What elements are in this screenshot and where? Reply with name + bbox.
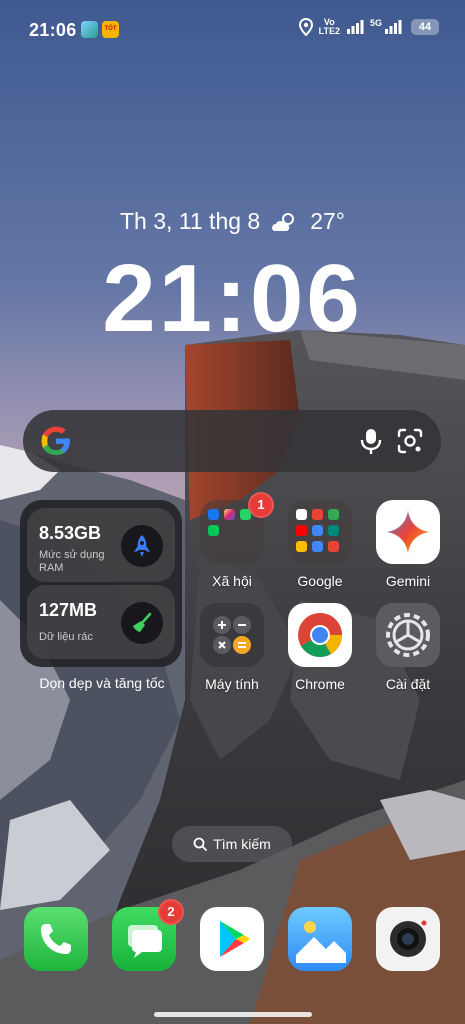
junk-card[interactable]: 127MB Dữ liệu rác bbox=[27, 585, 175, 659]
net-type: 5G bbox=[369, 18, 382, 28]
chrome-label: Chrome bbox=[295, 676, 345, 692]
dock-messages[interactable]: 2 bbox=[112, 899, 184, 971]
ram-value: 8.53GB bbox=[39, 523, 102, 543]
widget-caption: Dọn dẹp và tăng tốc bbox=[39, 675, 165, 691]
messages-badge: 2 bbox=[158, 899, 184, 925]
youtube-mini-icon bbox=[296, 525, 307, 536]
signal-2-icon bbox=[385, 20, 402, 34]
navigation-handle[interactable] bbox=[154, 1012, 312, 1017]
instagram-mini-icon bbox=[224, 509, 235, 520]
dock-camera[interactable] bbox=[376, 907, 440, 971]
battery-level: 44 bbox=[418, 21, 432, 33]
volte-bottom: LTE2 bbox=[318, 26, 340, 36]
phone-icon bbox=[41, 924, 71, 954]
dock-phone[interactable] bbox=[24, 907, 88, 971]
app-folder-google[interactable]: Google bbox=[275, 500, 365, 589]
location-icon bbox=[298, 18, 313, 36]
status-time: 21:06 bbox=[29, 20, 77, 40]
meet-mini-icon bbox=[328, 525, 339, 536]
rocket-icon bbox=[134, 535, 150, 557]
gear-icon bbox=[386, 613, 430, 657]
xa-hoi-badge: 1 bbox=[248, 492, 274, 518]
volte-indicator: Vo LTE2 bbox=[319, 18, 340, 36]
calculator-icon bbox=[200, 603, 264, 667]
date-text: Th 3, 11 thg 8 bbox=[119, 208, 261, 234]
date-weather[interactable]: Th 3, 11 thg 8 27° bbox=[0, 208, 465, 235]
junk-label: Dữ liệu rác bbox=[39, 631, 93, 643]
notification-app-icon bbox=[81, 21, 98, 38]
calculator-label: Máy tính bbox=[205, 676, 259, 692]
clean-button[interactable] bbox=[121, 602, 163, 644]
settings-icon bbox=[376, 603, 440, 667]
google-lens-icon[interactable] bbox=[395, 426, 425, 456]
play-movies-mini-icon bbox=[328, 541, 339, 552]
notification-tot-icon: TỐT bbox=[102, 21, 119, 38]
ram-label: Mức sử dụng RAM bbox=[39, 549, 105, 574]
clock-widget[interactable]: 21:06 bbox=[0, 246, 465, 352]
status-icons: Vo LTE2 5G 44 bbox=[298, 18, 439, 36]
play-store-icon bbox=[220, 921, 250, 957]
dock-gallery[interactable] bbox=[288, 907, 352, 971]
google-mini-icon bbox=[296, 509, 307, 520]
search-icon bbox=[193, 837, 208, 851]
settings-label: Cài đặt bbox=[385, 676, 431, 692]
signal-1-icon bbox=[346, 20, 364, 34]
gallery-icon bbox=[296, 921, 346, 963]
gemini-label: Gemini bbox=[385, 573, 431, 589]
app-gemini[interactable]: Gemini bbox=[363, 500, 453, 589]
google-g-icon bbox=[41, 426, 70, 455]
gmail-mini-icon bbox=[312, 509, 323, 520]
camera-icon bbox=[390, 920, 427, 957]
facebook-mini-icon bbox=[208, 509, 219, 520]
xa-hoi-label: Xã hội bbox=[212, 573, 252, 589]
ram-card[interactable]: 8.53GB Mức sử dụng RAM bbox=[27, 508, 175, 582]
google-search-bar[interactable] bbox=[23, 410, 441, 472]
boost-button[interactable] bbox=[121, 525, 163, 567]
gemini-star-icon bbox=[386, 510, 430, 554]
photos-mini-icon bbox=[296, 541, 307, 552]
line-mini-icon bbox=[208, 525, 219, 536]
app-calculator[interactable]: Máy tính bbox=[187, 603, 277, 692]
junk-value: 127MB bbox=[39, 600, 98, 620]
status-bar: 21:06 TỐT Vo LTE2 5G 44 bbox=[0, 0, 465, 62]
calculator-glyph-icon bbox=[213, 616, 251, 654]
app-folder-xa-hoi[interactable]: 1 Xã hội bbox=[187, 492, 277, 589]
maps-mini-icon bbox=[328, 509, 339, 520]
cleanup-widget[interactable]: 8.53GB Mức sử dụng RAM 127MB Dữ liệu rác bbox=[20, 500, 182, 667]
app-settings[interactable]: Cài đặt bbox=[363, 603, 453, 692]
google-label: Google bbox=[297, 573, 343, 589]
chrome-logo-icon bbox=[298, 613, 342, 657]
search-pill-label: Tìm kiếm bbox=[213, 836, 271, 852]
drive-mini-icon bbox=[312, 525, 323, 536]
duo-mini-icon bbox=[312, 541, 323, 552]
broom-icon bbox=[133, 612, 152, 632]
gemini-icon bbox=[376, 500, 440, 564]
battery-icon: 44 bbox=[411, 19, 439, 35]
xa-hoi-folder-icon: 1 bbox=[200, 492, 274, 564]
temperature-text: 27° bbox=[310, 208, 345, 234]
app-chrome[interactable]: Chrome bbox=[275, 603, 365, 692]
chrome-icon bbox=[288, 603, 352, 667]
google-folder-icon bbox=[288, 500, 352, 564]
dock-play-store[interactable] bbox=[200, 907, 264, 971]
microphone-icon[interactable] bbox=[356, 426, 386, 456]
partly-cloudy-icon bbox=[272, 212, 295, 231]
app-search-pill[interactable]: Tìm kiếm bbox=[172, 826, 292, 862]
